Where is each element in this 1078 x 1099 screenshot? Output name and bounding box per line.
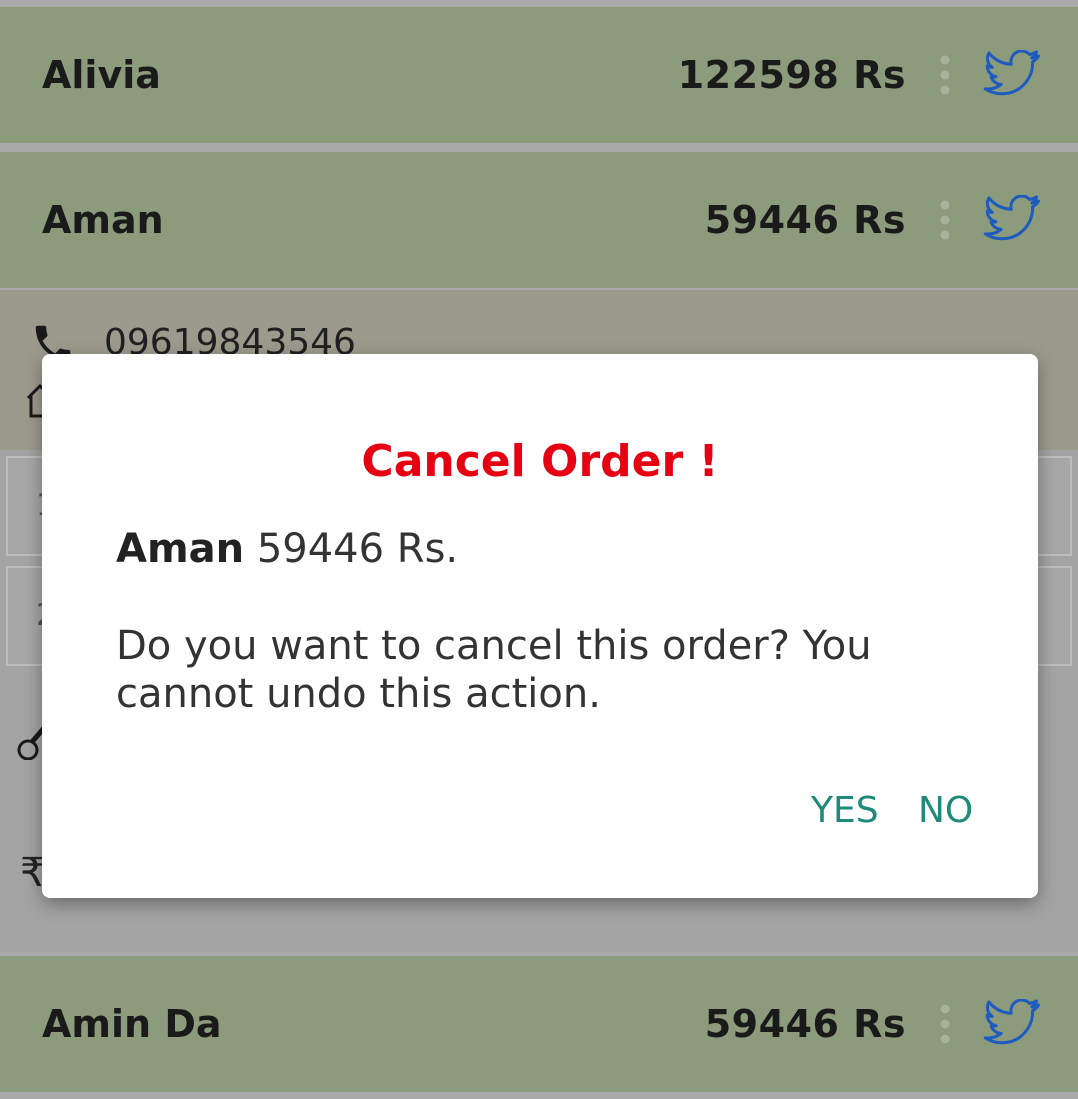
row-name: Amin Da	[42, 1002, 222, 1046]
twitter-bird-icon[interactable]	[983, 195, 1041, 245]
twitter-bird-icon[interactable]	[983, 50, 1041, 100]
dialog-message: Do you want to cancel this order? You ca…	[116, 623, 872, 717]
row-amount: 59446 Rs	[704, 198, 906, 242]
list-row-alivia[interactable]: Alivia 122598 Rs	[0, 7, 1078, 143]
more-vertical-icon[interactable]	[938, 1004, 952, 1044]
dialog-summary: Aman 59446 Rs.	[116, 526, 458, 572]
row-name: Aman	[42, 198, 164, 242]
row-amount: 59446 Rs	[704, 1002, 906, 1046]
dialog-customer-name: Aman	[116, 526, 245, 572]
cancel-order-dialog: Cancel Order ! Aman 59446 Rs. Do you wan…	[42, 354, 1038, 898]
more-vertical-icon[interactable]	[938, 200, 952, 240]
row-amount: 122598 Rs	[677, 53, 906, 97]
list-row-aman[interactable]: Aman 59446 Rs	[0, 152, 1078, 288]
no-button[interactable]: NO	[918, 790, 973, 831]
dialog-title: Cancel Order !	[361, 436, 719, 487]
yes-button[interactable]: YES	[811, 790, 879, 831]
dialog-amount: 59446 Rs.	[256, 526, 459, 572]
twitter-bird-icon[interactable]	[983, 999, 1041, 1049]
more-vertical-icon[interactable]	[938, 55, 952, 95]
row-name: Alivia	[42, 53, 161, 97]
list-row-amin-da[interactable]: Amin Da 59446 Rs	[0, 956, 1078, 1092]
